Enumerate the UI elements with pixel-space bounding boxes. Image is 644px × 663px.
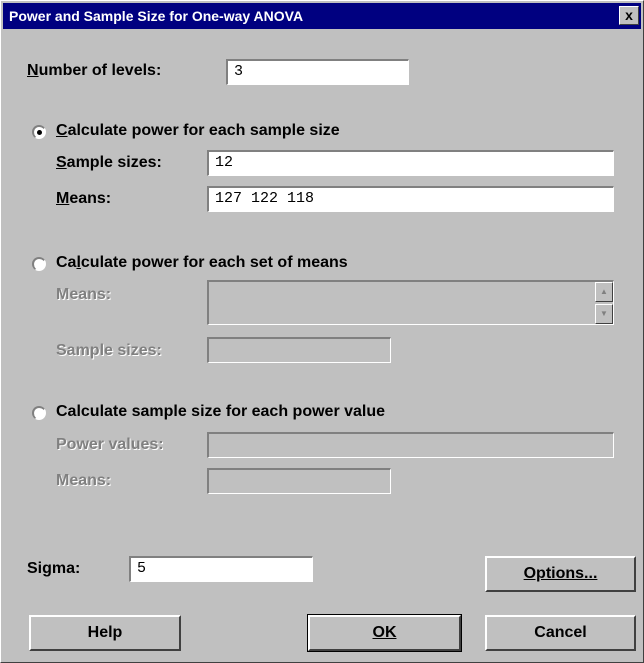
radio-selected-dot [37, 130, 42, 135]
calc-sample-size-radio[interactable] [32, 406, 46, 420]
calc-power-sample-size-radio[interactable] [32, 125, 46, 139]
sample-sizes-disabled-label: Sample sizes: [56, 342, 162, 359]
calc-power-means-label[interactable]: Calculate power for each set of means [56, 254, 348, 272]
number-of-levels-label: Number of levels: [27, 62, 162, 79]
calc-power-sample-size-label[interactable]: Calculate power for each sample size [56, 122, 340, 140]
sigma-label: Sigma: [27, 560, 81, 577]
options-button[interactable]: Options... [485, 556, 636, 592]
means-input[interactable]: 127 122 118 [207, 186, 614, 212]
power-values-label: Power values: [56, 436, 164, 453]
calc-power-means-radio[interactable] [32, 257, 46, 271]
close-icon: x [625, 7, 633, 23]
power-values-input [207, 432, 614, 458]
means-disabled-input [207, 468, 391, 494]
ok-button[interactable]: OK [307, 614, 462, 652]
power-sample-size-dialog: Power and Sample Size for One-way ANOVA … [0, 0, 644, 663]
cancel-button[interactable]: Cancel [485, 615, 636, 651]
scroll-down-arrow-icon: ▼ [595, 304, 613, 324]
number-of-levels-input[interactable]: 3 [226, 59, 409, 85]
means-disabled-label: Means: [56, 472, 112, 489]
sample-sizes-input[interactable]: 12 [207, 150, 614, 176]
sample-sizes-disabled-input [207, 337, 391, 363]
scroll-up-arrow-icon: ▲ [595, 282, 613, 302]
title-bar[interactable]: Power and Sample Size for One-way ANOVA … [3, 3, 641, 29]
sample-sizes-label: Sample sizes: [56, 154, 162, 171]
means-set-label: Means: [56, 286, 112, 303]
dialog-title: Power and Sample Size for One-way ANOVA [9, 8, 304, 24]
help-button[interactable]: Help [29, 615, 181, 651]
means-label: Means: [56, 190, 112, 207]
means-set-listbox: ▲ ▼ [207, 280, 614, 325]
close-button[interactable]: x [619, 6, 639, 25]
calc-sample-size-label[interactable]: Calculate sample size for each power val… [56, 403, 385, 421]
sigma-input[interactable]: 5 [129, 556, 313, 582]
means-set-scrollbar: ▲ ▼ [595, 282, 613, 324]
